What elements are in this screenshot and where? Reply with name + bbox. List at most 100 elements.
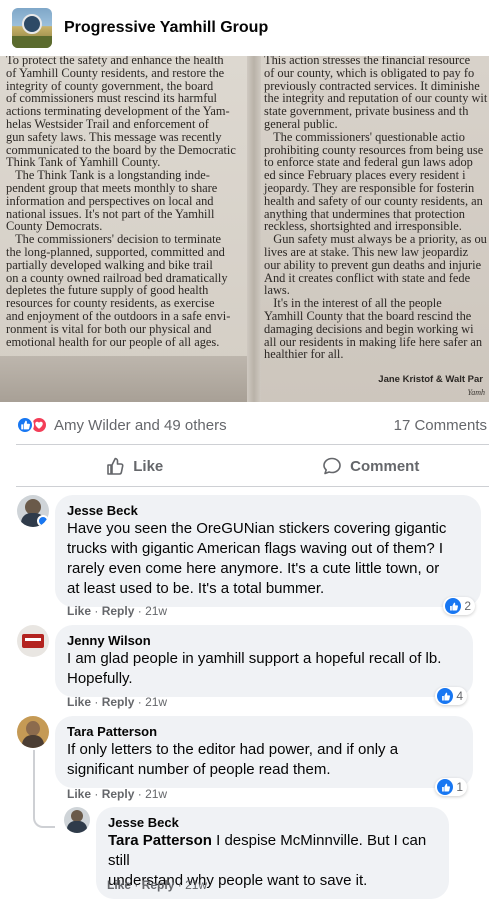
- article-line: gun safety laws. This message was recent…: [6, 129, 222, 144]
- comment-text-line: If only letters to the editor had power,…: [67, 741, 399, 758]
- article-line: The commissioners' questionable actio: [264, 129, 465, 144]
- paper-fold: [247, 56, 261, 402]
- comment-bubble: Jenny Wilson I am glad people in yamhill…: [55, 625, 473, 705]
- thumbs-up-icon: [107, 457, 124, 475]
- thread-connector: [33, 816, 55, 828]
- reaction-count: 2: [464, 599, 471, 613]
- article-line: partially developed walking and bike tra…: [6, 257, 213, 272]
- reaction-summary[interactable]: Amy Wilder and 49 others 17 Comments: [16, 413, 489, 437]
- post-actions: Like Comment: [16, 448, 489, 484]
- article-line: general public.: [264, 116, 338, 131]
- comment-button[interactable]: Comment: [253, 448, 489, 484]
- comment-meta: Like · Reply · 21w: [67, 787, 167, 801]
- comment: Jenny Wilson I am glad people in yamhill…: [17, 625, 473, 705]
- comment-text-line: rarely even come here anymore. It's a cu…: [67, 560, 440, 577]
- comment-like-link[interactable]: Like: [67, 787, 91, 801]
- reaction-count: 4: [456, 689, 463, 703]
- comment-author[interactable]: Jenny Wilson: [67, 633, 461, 649]
- group-header: Progressive Yamhill Group: [0, 0, 489, 56]
- divider: [16, 486, 489, 487]
- comment-meta: Like · Reply · 21w: [67, 695, 167, 709]
- comment-author[interactable]: Tara Patterson: [67, 724, 461, 740]
- separator: ·: [177, 878, 182, 892]
- separator: ·: [134, 878, 139, 892]
- group-avatar[interactable]: [12, 8, 52, 48]
- like-button[interactable]: Like: [16, 448, 253, 484]
- comment-bubble: Jesse Beck Have you seen the OreGUNian s…: [55, 495, 481, 615]
- article-line: healthier for all.: [264, 347, 344, 362]
- like-reaction-icon: [16, 416, 34, 434]
- comment-text-line: at least used to be. It's a total bummer…: [67, 580, 325, 597]
- comment-text-line: Hopefully.: [67, 670, 133, 687]
- article-left-column: To protect the safety and enhance the he…: [6, 56, 236, 348]
- article-line: our ability to prevent gun deaths and in…: [264, 257, 482, 272]
- article-line: health and safety of our county resident…: [264, 193, 483, 208]
- article-line: and enjoyment of the outdoors in a safe …: [6, 308, 231, 323]
- avatar[interactable]: [17, 495, 49, 527]
- desk-surface: [0, 356, 258, 402]
- article-line: of our county, which is obligated to pay…: [264, 65, 475, 80]
- article-right-column: This action stresses the financial resou…: [264, 56, 487, 361]
- like-button-label: Like: [133, 457, 164, 475]
- reaction-badge[interactable]: 2: [443, 597, 475, 615]
- comment-reply-link[interactable]: Reply: [102, 604, 135, 618]
- comment-meta: Like · Reply · 21w: [107, 878, 207, 892]
- comment-text-line: Have you seen the OreGUNian stickers cov…: [67, 520, 447, 537]
- separator: ·: [137, 695, 142, 709]
- comment-author[interactable]: Jesse Beck: [67, 503, 469, 519]
- avatar[interactable]: [64, 807, 90, 833]
- comment-text-line: I am glad people in yamhill support a ho…: [67, 650, 442, 667]
- divider: [16, 444, 489, 445]
- article-line: Yamhill County that the board rescind th…: [264, 308, 472, 323]
- comment-timestamp[interactable]: 21w: [145, 695, 167, 709]
- comment-timestamp[interactable]: 21w: [145, 604, 167, 618]
- comment-text-line: trucks with gigantic American flags wavi…: [67, 540, 444, 557]
- comment-button-label: Comment: [350, 457, 420, 475]
- group-name[interactable]: Progressive Yamhill Group: [64, 19, 268, 37]
- comment-text-line: significant number of people read them.: [67, 761, 331, 778]
- comment-count[interactable]: 17 Comments: [394, 417, 487, 434]
- article-line: lives are at stake. This new law jeopard…: [264, 244, 469, 259]
- like-reaction-icon: [437, 688, 454, 704]
- comment-meta: Like · Reply · 21w: [67, 604, 167, 618]
- comment-timestamp[interactable]: 21w: [145, 787, 167, 801]
- separator: ·: [94, 695, 99, 709]
- article-signature-location: Yamh: [467, 388, 486, 397]
- article-line: emotional health for our people of all a…: [6, 334, 220, 349]
- article-signature: Jane Kristof & Walt Par: [378, 374, 483, 385]
- article-line: helas Westsider Trail and enforcement of: [6, 116, 209, 131]
- article-line: jeopardy. They are responsible for foste…: [264, 180, 475, 195]
- comment-reply-link[interactable]: Reply: [142, 878, 175, 892]
- reaction-count: 1: [456, 780, 463, 794]
- separator: ·: [94, 787, 99, 801]
- logo-emblem: [22, 14, 42, 34]
- reaction-badge[interactable]: 4: [435, 687, 467, 705]
- comment-reply-link[interactable]: Reply: [102, 695, 135, 709]
- separator: ·: [137, 604, 142, 618]
- article-line: of Yamhill County residents, and restore…: [6, 65, 225, 80]
- article-line: the long-planned, supported, committed a…: [6, 244, 225, 259]
- article-line: damaging decisions and begin working wi: [264, 321, 474, 336]
- comment-timestamp[interactable]: 21w: [185, 878, 207, 892]
- article-line: And it creates conflict with state and f…: [264, 270, 471, 285]
- comment-text-line: Tara Patterson I despise McMinnville. Bu…: [108, 831, 437, 871]
- like-reaction-icon: [437, 779, 454, 795]
- comment-author[interactable]: Jesse Beck: [108, 815, 437, 831]
- comment-reply-link[interactable]: Reply: [102, 787, 135, 801]
- comment-like-link[interactable]: Like: [107, 878, 131, 892]
- avatar[interactable]: [17, 625, 49, 657]
- comment: Tara Patterson If only letters to the ed…: [17, 716, 473, 796]
- comment-bubble: Tara Patterson If only letters to the ed…: [55, 716, 473, 796]
- reactors-text[interactable]: Amy Wilder and 49 others: [54, 417, 227, 434]
- article-line: ronment is vital for both our physical a…: [6, 321, 212, 336]
- comment-like-link[interactable]: Like: [67, 604, 91, 618]
- article-line: information and perspectives on local an…: [6, 193, 214, 208]
- separator: ·: [137, 787, 142, 801]
- mention-tag[interactable]: Tara Patterson: [108, 832, 212, 849]
- post-photo[interactable]: To protect the safety and enhance the he…: [0, 56, 489, 402]
- avatar[interactable]: [17, 716, 49, 748]
- comment-like-link[interactable]: Like: [67, 695, 91, 709]
- separator: ·: [94, 604, 99, 618]
- reaction-badge[interactable]: 1: [435, 778, 467, 796]
- article-line: pendent group that meets monthly to shar…: [6, 180, 218, 195]
